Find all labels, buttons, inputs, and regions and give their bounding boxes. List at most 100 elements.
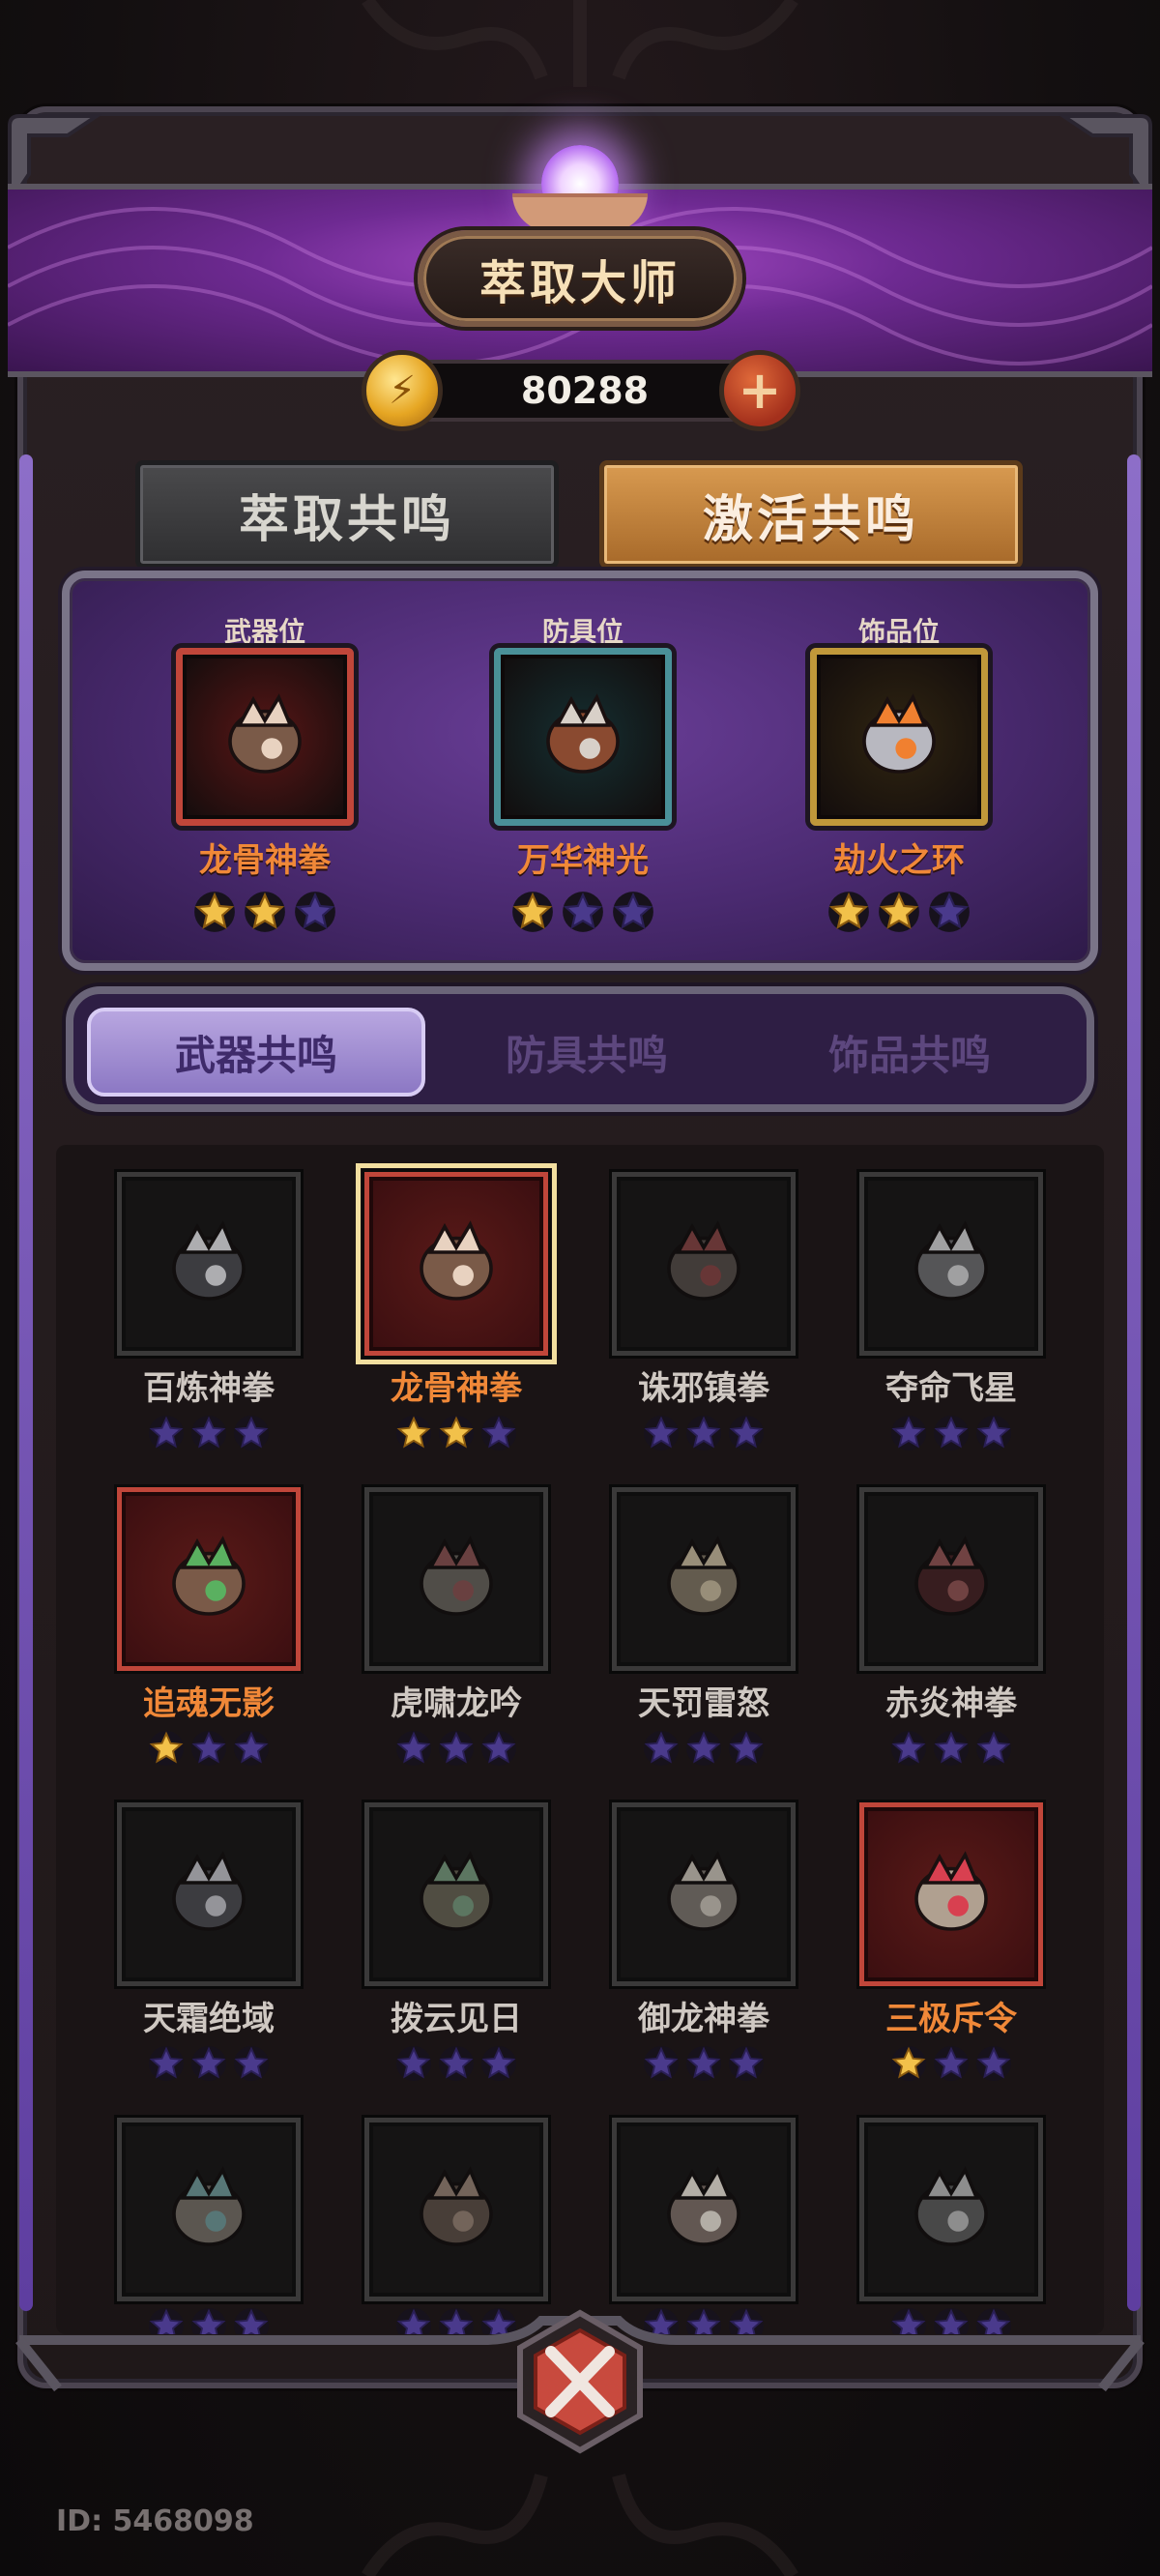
weapon-name: 追魂无影 bbox=[143, 1684, 275, 1723]
page-title: 萃取大师 bbox=[478, 256, 681, 310]
star-empty-icon bbox=[975, 1415, 1012, 1451]
dragon-bone-fist-icon bbox=[228, 693, 302, 774]
player-id: ID: 5468098 bbox=[56, 2504, 254, 2538]
tab-activate-resonance[interactable]: 激活共鸣 bbox=[599, 460, 1023, 569]
star-rating bbox=[855, 1415, 1048, 1451]
weapon-card[interactable]: 天罚雷怒 bbox=[607, 1487, 800, 1797]
slot-icon-frame bbox=[176, 648, 354, 826]
wolf-gauntlet-icon bbox=[914, 1220, 988, 1301]
star-empty-icon bbox=[190, 2045, 227, 2082]
weapon-card[interactable]: 虎啸龙吟 bbox=[360, 1487, 553, 1797]
hand-icon bbox=[512, 193, 648, 232]
star-empty-icon bbox=[643, 2045, 680, 2082]
star-empty-icon bbox=[728, 1415, 765, 1451]
close-button[interactable] bbox=[514, 2309, 646, 2454]
weapon-icon-frame bbox=[364, 1802, 548, 1986]
fire-ring-icon bbox=[862, 693, 936, 774]
star-empty-icon bbox=[890, 1415, 927, 1451]
star-empty-icon bbox=[929, 892, 970, 932]
star-rating bbox=[360, 1415, 553, 1451]
command-token-icon bbox=[914, 1851, 988, 1931]
equipped-slot[interactable]: 饰品位 劫火之环 bbox=[802, 611, 996, 933]
weapon-name: 天罚雷怒 bbox=[638, 1684, 769, 1723]
weapon-icon-frame bbox=[364, 2118, 548, 2301]
slot-icon-frame bbox=[494, 648, 672, 826]
weapon-name: 拨云见日 bbox=[391, 2000, 522, 2038]
star-filled-icon bbox=[438, 1415, 475, 1451]
weapon-icon-frame bbox=[612, 1802, 796, 1986]
slot-icon-frame bbox=[810, 648, 988, 826]
weapon-card[interactable]: 御龙神拳 bbox=[607, 1802, 800, 2112]
weapon-icon-frame bbox=[612, 2118, 796, 2301]
star-rating bbox=[168, 891, 362, 933]
weapon-card[interactable]: 诛邪镇拳 bbox=[607, 1172, 800, 1481]
flower-crown-icon bbox=[546, 693, 620, 774]
weapon-card[interactable]: 夺命飞星 bbox=[855, 1172, 1048, 1481]
weapon-icon-frame bbox=[356, 1163, 557, 1364]
weapon-card[interactable]: 追魂无影 bbox=[112, 1487, 305, 1797]
left-rail bbox=[19, 454, 33, 2311]
weapon-icon-frame bbox=[364, 1487, 548, 1671]
star-rating bbox=[486, 891, 680, 933]
star-filled-icon bbox=[512, 892, 553, 932]
weapon-card[interactable]: 三极斥令 bbox=[855, 1802, 1048, 2112]
equipped-slot[interactable]: 防具位 万华神光 bbox=[486, 611, 680, 933]
slot-caption: 武器位 bbox=[223, 616, 305, 648]
weapon-card[interactable]: 龙骨神拳 bbox=[356, 1163, 557, 1481]
star-empty-icon bbox=[685, 1415, 722, 1451]
dragon-bone-fist-icon bbox=[420, 1220, 493, 1301]
weapon-grid: 百炼神拳 龙骨神拳 诛邪镇拳 夺命飞星追魂无影 虎啸龙吟 天罚雷怒 赤炎神拳天霜绝域 拨云见日… bbox=[56, 1145, 1104, 2334]
star-filled-icon bbox=[148, 1730, 185, 1767]
tab-armor-resonance[interactable]: 防具共鸣 bbox=[418, 1008, 756, 1097]
star-empty-icon bbox=[613, 892, 653, 932]
demon-mask-fist-icon bbox=[667, 1220, 740, 1301]
weapon-name: 三极斥令 bbox=[885, 2000, 1017, 2038]
star-empty-icon bbox=[975, 1730, 1012, 1767]
star-empty-icon bbox=[480, 1730, 517, 1767]
weapon-card[interactable]: 拨云见日 bbox=[360, 1802, 553, 2112]
gold-coin-icon: ⚡ bbox=[362, 350, 443, 431]
weapon-card[interactable]: 天霜绝域 bbox=[112, 1802, 305, 2112]
resonance-subtabs: 武器共鸣 防具共鸣 饰品共鸣 bbox=[66, 986, 1094, 1112]
star-empty-icon bbox=[933, 1730, 970, 1767]
star-empty-icon bbox=[395, 2045, 432, 2082]
weapon-icon-frame bbox=[117, 1172, 301, 1356]
star-filled-icon bbox=[194, 892, 235, 932]
weapon-icon-frame bbox=[612, 1487, 796, 1671]
tab-accessory-resonance[interactable]: 饰品共鸣 bbox=[740, 1008, 1079, 1097]
right-rail bbox=[1127, 454, 1141, 2311]
star-rating bbox=[112, 1730, 305, 1767]
stone-orb-icon bbox=[914, 2166, 988, 2246]
jade-scroll-icon bbox=[420, 1851, 493, 1931]
star-rating bbox=[360, 1730, 553, 1767]
weapon-card[interactable]: 赤炎神拳 bbox=[855, 1487, 1048, 1797]
star-empty-icon bbox=[190, 1415, 227, 1451]
star-empty-icon bbox=[975, 2045, 1012, 2082]
star-empty-icon bbox=[685, 2045, 722, 2082]
tab-weapon-resonance[interactable]: 武器共鸣 bbox=[87, 1008, 425, 1097]
star-rating bbox=[360, 2045, 553, 2082]
tab-extract-resonance[interactable]: 萃取共鸣 bbox=[135, 460, 559, 569]
weapon-icon-frame bbox=[859, 1172, 1043, 1356]
star-empty-icon bbox=[438, 1730, 475, 1767]
armored-fist-icon bbox=[172, 1220, 246, 1301]
slot-caption: 防具位 bbox=[541, 616, 624, 648]
weapon-card[interactable]: 百炼神拳 bbox=[112, 1172, 305, 1481]
star-rating bbox=[112, 1415, 305, 1451]
weapon-name: 虎啸龙吟 bbox=[391, 1684, 522, 1723]
star-empty-icon bbox=[685, 1730, 722, 1767]
star-filled-icon bbox=[245, 892, 285, 932]
slot-item-name: 万华神光 bbox=[517, 841, 649, 880]
star-empty-icon bbox=[233, 2045, 270, 2082]
star-empty-icon bbox=[233, 1415, 270, 1451]
star-empty-icon bbox=[395, 1730, 432, 1767]
slot-caption: 饰品位 bbox=[857, 616, 940, 648]
star-empty-icon bbox=[563, 892, 603, 932]
star-empty-icon bbox=[933, 2045, 970, 2082]
star-filled-icon bbox=[879, 892, 919, 932]
star-rating bbox=[112, 2045, 305, 2082]
equipped-slot[interactable]: 武器位 龙骨神拳 bbox=[168, 611, 362, 933]
star-rating bbox=[802, 891, 996, 933]
weapon-name: 诛邪镇拳 bbox=[638, 1369, 769, 1408]
add-coins-button[interactable]: + bbox=[719, 350, 800, 431]
